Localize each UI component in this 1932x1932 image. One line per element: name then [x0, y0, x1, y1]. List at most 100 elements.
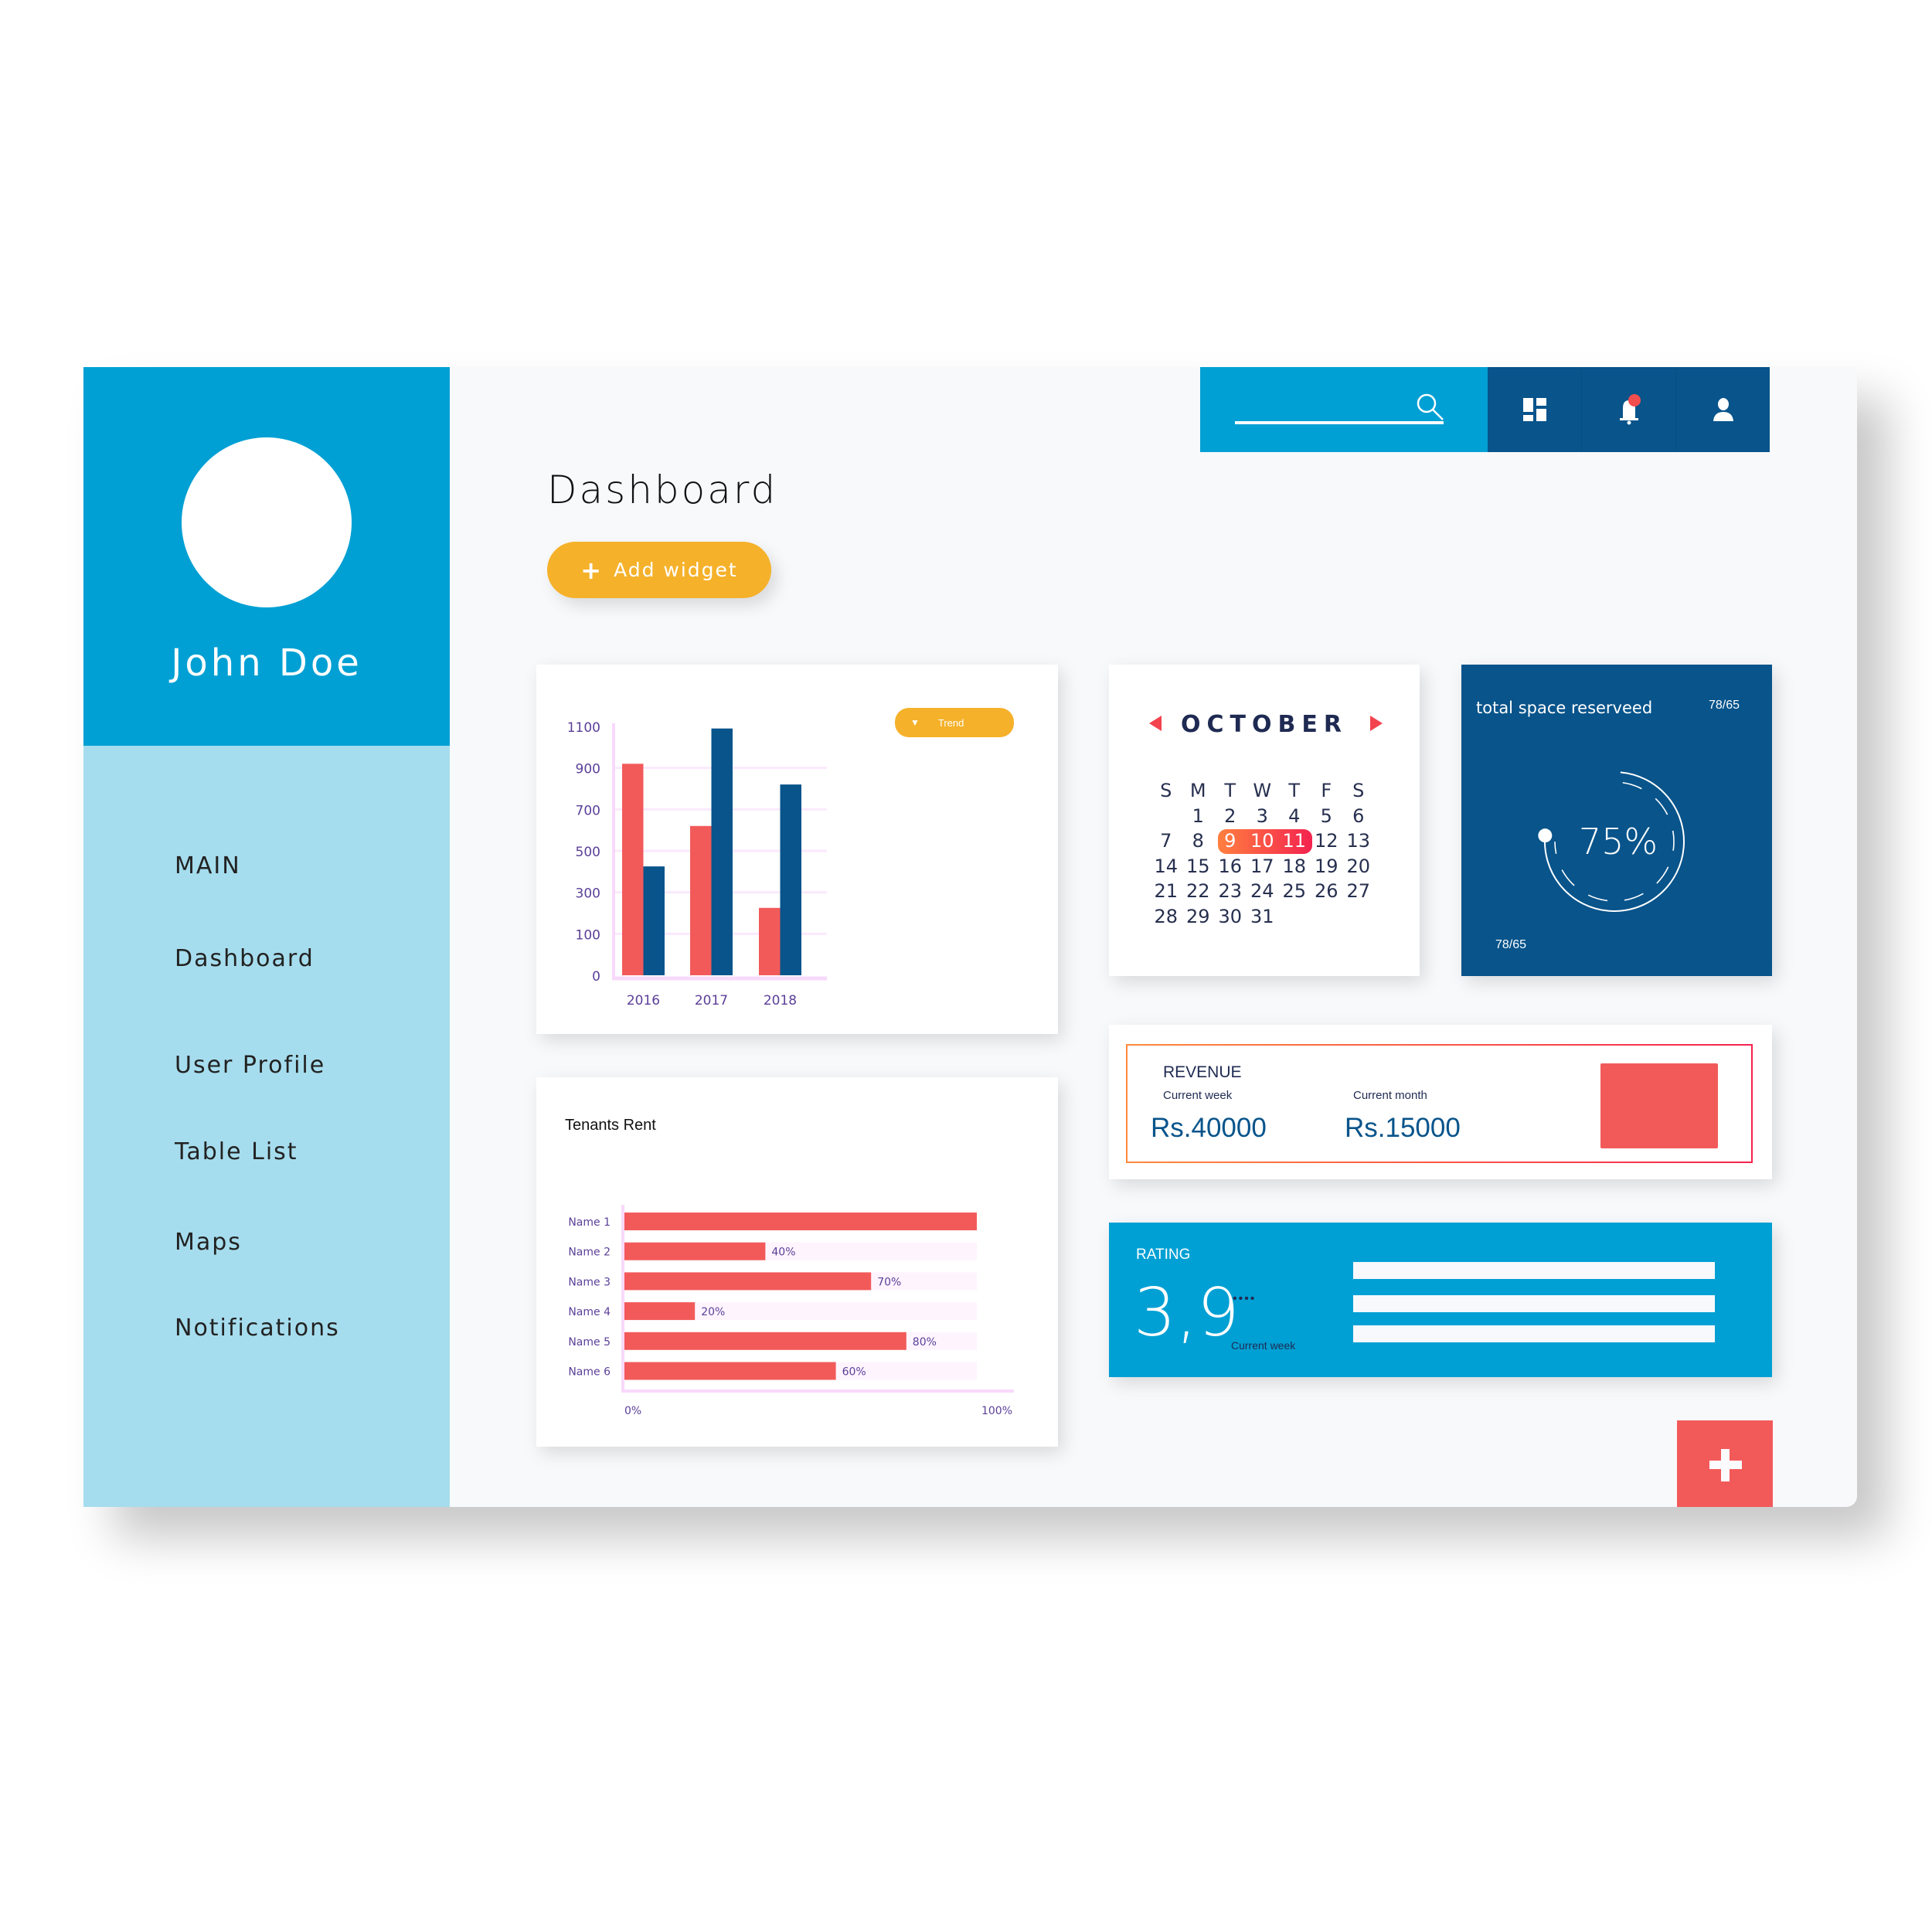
user-button[interactable]: [1675, 367, 1770, 452]
x-tick-label: 2017: [695, 993, 728, 1009]
calendar-day[interactable]: 18: [1278, 854, 1311, 879]
rating-card: RATING 3,9 •••• Current week: [1109, 1223, 1772, 1377]
bar-2018-b: [780, 784, 801, 975]
calendar-day[interactable]: 11: [1278, 828, 1311, 854]
revenue-week-value: Rs.40000: [1151, 1113, 1267, 1143]
calendar-day[interactable]: 23: [1214, 879, 1247, 904]
y-tick-label: 700: [576, 803, 600, 818]
calendar-day[interactable]: 26: [1311, 879, 1343, 904]
sidebar-item-dashboard[interactable]: Dashboard: [175, 945, 315, 972]
trend-label: Trend: [937, 716, 964, 729]
plus-icon: +: [580, 555, 604, 585]
revenue-title: REVENUE: [1163, 1063, 1242, 1081]
calendar-day[interactable]: 12: [1311, 828, 1343, 854]
rating-placeholder-line: [1353, 1325, 1715, 1342]
rating-title: RATING: [1136, 1247, 1191, 1263]
notification-dot: [1628, 394, 1641, 406]
dashboard-button[interactable]: [1488, 367, 1581, 452]
calendar-day[interactable]: 5: [1311, 804, 1343, 829]
sidebar-item-user-profile[interactable]: User Profile: [175, 1052, 325, 1079]
tenants-rent-card: Tenants Rent Name 1 Name 2 40% Name 3 70% Nam…: [536, 1077, 1058, 1447]
rating-sub-label: Current week: [1231, 1339, 1296, 1352]
category-label: Name 4: [568, 1306, 611, 1318]
calendar-day[interactable]: 20: [1342, 854, 1375, 879]
calendar-day[interactable]: 9: [1214, 828, 1247, 854]
search-underline: [1235, 421, 1444, 424]
sidebar-item-main[interactable]: MAIN: [175, 852, 241, 879]
avatar[interactable]: [182, 437, 352, 607]
y-tick-label: 1100: [567, 720, 600, 736]
gauge-percent: 75%: [1579, 821, 1658, 862]
bar-name-4: [624, 1302, 696, 1321]
calendar-day[interactable]: 16: [1214, 854, 1247, 879]
calendar-day[interactable]: 1: [1182, 804, 1215, 829]
bar-name-6: [624, 1362, 836, 1380]
x-tick-label: 2016: [627, 993, 660, 1009]
sidebar-item-maps[interactable]: Maps: [175, 1229, 242, 1256]
calendar-day[interactable]: 3: [1247, 804, 1279, 829]
calendar-day[interactable]: 19: [1311, 854, 1343, 879]
gauge-handle: [1538, 828, 1553, 843]
calendar-day[interactable]: 30: [1214, 904, 1247, 930]
bar-2017-b: [711, 728, 733, 975]
calendar-day[interactable]: 2: [1214, 804, 1247, 829]
category-label: Name 6: [568, 1366, 611, 1379]
bell-icon: [1619, 394, 1641, 425]
topbar-icons: [1488, 367, 1770, 452]
calendar-day[interactable]: 22: [1182, 879, 1215, 904]
calendar-day[interactable]: 14: [1150, 854, 1182, 879]
bar-2016-b: [643, 866, 665, 975]
search-input[interactable]: [1235, 383, 1416, 420]
data-label: 40%: [771, 1247, 795, 1259]
add-fab-button[interactable]: [1677, 1420, 1773, 1507]
calendar-day[interactable]: 4: [1278, 804, 1311, 829]
dashboard-grid-icon: [1522, 398, 1546, 421]
next-month-arrow-icon[interactable]: [1370, 716, 1383, 731]
revenue-month-label: Current month: [1353, 1089, 1427, 1102]
calendar-day[interactable]: 27: [1342, 879, 1375, 904]
rating-placeholder-line: [1353, 1262, 1715, 1279]
app-window: John Doe MAIN Dashboard User Profile Tab…: [83, 367, 1857, 1507]
sidebar: John Doe MAIN Dashboard User Profile Tab…: [83, 367, 450, 1507]
calendar-blank: [1150, 804, 1182, 829]
calendar-day[interactable]: 21: [1150, 879, 1182, 904]
calendar-day[interactable]: 24: [1247, 879, 1279, 904]
search-icon[interactable]: [1415, 392, 1446, 423]
y-tick-label: 100: [576, 927, 600, 943]
bar-name-1: [624, 1213, 977, 1230]
add-widget-button[interactable]: + Add widget: [547, 542, 771, 598]
calendar-grid: S M T W T F S 1 2 3 4 5 6 7 8 9 10 11 12 13 14 15 16 17 18 19 20 21…: [1150, 778, 1375, 929]
weekday-label: T: [1224, 780, 1236, 801]
calendar-day[interactable]: 17: [1247, 854, 1279, 879]
calendar-day[interactable]: 10: [1247, 828, 1279, 854]
sidebar-item-notifications[interactable]: Notifications: [175, 1315, 340, 1342]
bar-2016-a: [622, 764, 644, 975]
calendar-day[interactable]: 29: [1182, 904, 1215, 930]
rating-dots: ••••: [1233, 1292, 1257, 1305]
revenue-week-label: Current week: [1163, 1089, 1233, 1102]
calendar-day[interactable]: 13: [1342, 828, 1375, 854]
tenants-rent-chart: Name 1 Name 2 40% Name 3 70% Name 4 20% Name 5 8…: [568, 1205, 1014, 1417]
revenue-color-block: [1600, 1063, 1718, 1148]
y-tick-label: 300: [576, 886, 600, 902]
calendar-day[interactable]: 31: [1247, 904, 1279, 930]
calendar-day[interactable]: 7: [1150, 828, 1182, 854]
category-label: Name 5: [568, 1336, 611, 1349]
sidebar-item-table-list[interactable]: Table List: [175, 1138, 298, 1165]
calendar-day[interactable]: 6: [1342, 804, 1375, 829]
bar-name-5: [624, 1332, 906, 1350]
revenue-month-value: Rs.15000: [1345, 1113, 1461, 1143]
category-label: Name 3: [568, 1276, 611, 1288]
notifications-button[interactable]: [1581, 367, 1675, 452]
calendar-day[interactable]: 25: [1278, 879, 1311, 904]
trend-dropdown[interactable]: ▼ Trend: [895, 708, 1014, 737]
calendar-card: OCTOBER S M T W T F S 1 2 3 4 5 6 7 8 9 10 11 12 13 14 15 16 17…: [1109, 665, 1420, 976]
bar-name-3: [624, 1272, 872, 1291]
calendar-day[interactable]: 15: [1182, 854, 1215, 879]
calendar-day[interactable]: 28: [1150, 904, 1182, 930]
category-label: Name 1: [568, 1216, 611, 1229]
search-box: [1200, 367, 1488, 452]
calendar-day[interactable]: 8: [1182, 828, 1215, 854]
page-title: Dashboard: [547, 468, 778, 512]
space-reserved-card: total space reserveed 78/65 75% 78/65: [1461, 665, 1772, 976]
